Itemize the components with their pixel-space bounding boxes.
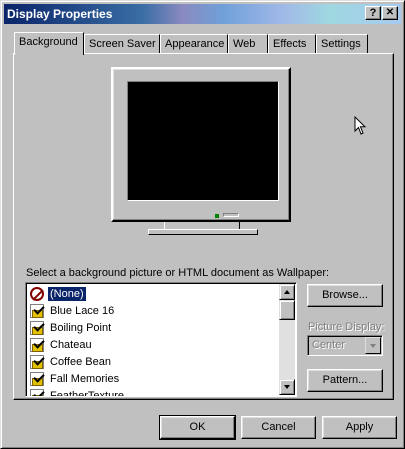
list-item-label: FeatherTexture xyxy=(50,389,124,397)
wallpaper-items: (None) Blue Lace 16 Boiling Point Chatea… xyxy=(28,285,280,397)
list-item[interactable]: Boiling Point xyxy=(28,319,280,336)
arrow-down-icon xyxy=(284,385,290,389)
list-scrollbar[interactable] xyxy=(279,284,295,395)
list-item[interactable]: Coffee Bean xyxy=(28,353,280,370)
monitor-base xyxy=(148,229,258,235)
tab-effects[interactable]: Effects xyxy=(268,34,316,54)
wallpaper-icon xyxy=(30,320,44,335)
scroll-up-button[interactable] xyxy=(279,284,295,300)
list-item-label: Coffee Bean xyxy=(50,355,111,368)
picture-display-value: Center xyxy=(312,339,346,351)
list-item[interactable]: (None) xyxy=(28,285,280,302)
help-button[interactable]: ? xyxy=(365,6,381,20)
cancel-button[interactable]: Cancel xyxy=(241,416,316,439)
list-item-label: Fall Memories xyxy=(50,372,120,385)
power-led-icon xyxy=(215,214,219,218)
monitor-preview xyxy=(111,67,291,222)
monitor-screen xyxy=(127,81,279,201)
browse-button[interactable]: Browse... xyxy=(307,284,383,307)
list-item-label: Blue Lace 16 xyxy=(50,304,115,317)
arrow-up-icon xyxy=(284,290,290,294)
mouse-cursor-icon xyxy=(354,116,367,135)
list-item[interactable]: FeatherTexture xyxy=(28,387,280,397)
chevron-down-icon xyxy=(370,344,376,348)
list-item-label: (None) xyxy=(47,285,87,302)
list-item[interactable]: Blue Lace 16 xyxy=(28,302,280,319)
tab-appearance[interactable]: Appearance xyxy=(160,34,228,54)
ok-button[interactable]: OK xyxy=(159,415,236,440)
display-properties-window: Display Properties ? ✕ Background Screen… xyxy=(0,0,405,449)
scroll-down-button[interactable] xyxy=(279,379,295,395)
pattern-button[interactable]: Pattern... xyxy=(307,369,383,392)
apply-button[interactable]: Apply xyxy=(322,416,397,439)
wallpaper-icon xyxy=(30,371,44,386)
wallpaper-icon xyxy=(30,354,44,369)
tab-screen-saver[interactable]: Screen Saver xyxy=(84,34,160,54)
tab-settings[interactable]: Settings xyxy=(316,34,368,54)
tab-web[interactable]: Web xyxy=(228,34,268,54)
scroll-thumb[interactable] xyxy=(279,300,295,320)
title-bar[interactable]: Display Properties ? ✕ xyxy=(4,4,401,24)
list-item-label: Chateau xyxy=(50,338,92,351)
list-item[interactable]: Fall Memories xyxy=(28,370,280,387)
wallpaper-icon xyxy=(30,337,44,352)
picture-display-label: Picture Display: xyxy=(308,321,385,333)
picture-display-select[interactable]: Center xyxy=(307,335,383,356)
wallpaper-list[interactable]: (None) Blue Lace 16 Boiling Point Chatea… xyxy=(25,282,297,397)
wallpaper-icon xyxy=(30,388,44,396)
monitor-slot xyxy=(223,213,239,217)
tab-background[interactable]: Background xyxy=(14,32,84,55)
wallpaper-icon xyxy=(30,303,44,318)
dropdown-button[interactable] xyxy=(365,337,381,354)
none-icon xyxy=(30,286,44,301)
list-item[interactable]: Chateau xyxy=(28,336,280,353)
close-button[interactable]: ✕ xyxy=(382,6,398,20)
wallpaper-label: Select a background picture or HTML docu… xyxy=(26,267,330,279)
window-title: Display Properties xyxy=(7,7,113,21)
list-item-label: Boiling Point xyxy=(50,321,112,334)
